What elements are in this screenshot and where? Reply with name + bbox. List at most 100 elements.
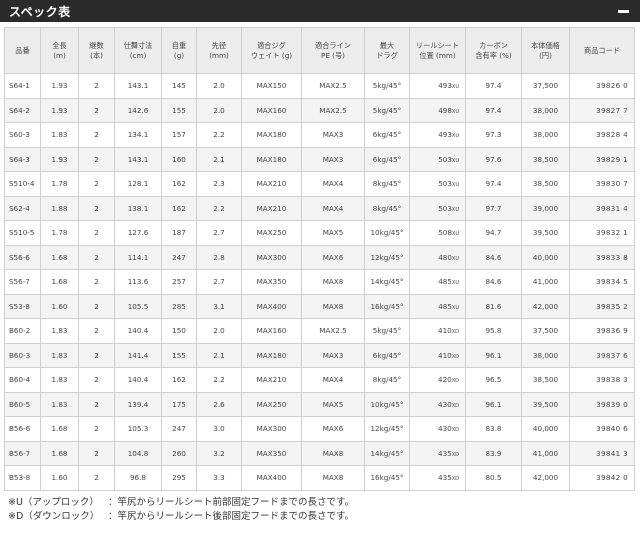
cell-text: 493	[438, 130, 452, 140]
cell-text: 155	[172, 350, 186, 360]
footnote-label: ※D（ダウンロック）	[8, 511, 100, 522]
cell-weight: 155	[161, 97, 197, 123]
cell-product-code: 39826 0	[569, 73, 635, 99]
cell-reel-seat: 503XU	[409, 195, 466, 221]
cell-max-drag: 12kg/45°	[364, 244, 410, 270]
cell-max-drag: 8kg/45°	[364, 195, 410, 221]
cell-text: 128.1	[127, 179, 149, 189]
cell-text: 2	[94, 228, 99, 238]
cell-product-code: 39829 1	[569, 146, 635, 172]
cell-reel-seat: 410XD	[409, 318, 466, 344]
cell-text: S62-4	[9, 203, 30, 213]
cell-text: 5kg/45°	[372, 326, 402, 336]
cell-length: 1.88	[40, 195, 79, 221]
cell-length: 1.83	[40, 342, 79, 368]
header-closed-length: 仕舞寸法 (cm)	[114, 27, 162, 74]
table-row: B60-3 1.83 2 141.4 155 2.1 MAX180 MAX3 6kg/45° 41…	[4, 342, 635, 368]
table-row: B60-5 1.83 2 139.4 175 2.6 MAX250 MAX5 10kg/45° 4…	[4, 391, 635, 417]
cell-pe-line: MAX3	[301, 342, 365, 368]
cell-text: 39830 7	[596, 179, 628, 189]
cell-text: 39837 6	[596, 350, 628, 360]
header-text: 位置 (mm)	[419, 50, 456, 60]
cell-carbon: 84.6	[465, 269, 522, 295]
seat-unit: XU	[451, 206, 459, 213]
cell-text: 2	[94, 179, 99, 189]
cell-closed-length: 104.8	[114, 440, 162, 466]
cell-text: 38,000	[532, 105, 559, 115]
cell-text: 2	[94, 130, 99, 140]
cell-tip-diameter: 3.1	[196, 293, 242, 319]
table-row: B56-7 1.68 2 104.8 260 3.2 MAX350 MAX8 14kg/45° 4…	[4, 440, 635, 466]
cell-pe-line: MAX2.5	[301, 97, 365, 123]
cell-text: MAX4	[322, 179, 344, 189]
cell-price: 41,000	[521, 440, 570, 466]
cell-jig-weight: MAX180	[241, 146, 302, 172]
cell-text: 2	[94, 424, 99, 434]
cell-price: 41,000	[521, 269, 570, 295]
cell-text: 39832 1	[596, 228, 628, 238]
cell-text: 162	[172, 375, 186, 385]
footnote: ※U（アップロック） ：竿尻からリールシート前部固定フードまでの長さです。	[8, 496, 354, 510]
table-header-row: 品番 全長 (m) 継数 (本) 仕舞寸法 (cm) 自重 (g) 先径 (mm) 適合ジグ ウェイト …	[4, 27, 635, 74]
cell-text: 2.0	[213, 81, 225, 91]
cell-carbon: 97.7	[465, 195, 522, 221]
cell-product-code: 39837 6	[569, 342, 635, 368]
cell-text: B53-8	[9, 473, 31, 483]
cell-text: 38,000	[532, 350, 559, 360]
cell-text: 503	[438, 203, 452, 213]
cell-text: 80.5	[485, 473, 502, 483]
cell-max-drag: 16kg/45°	[364, 465, 410, 491]
header-text: 自重	[171, 40, 187, 50]
cell-text: 2	[94, 301, 99, 311]
cell-length: 1.68	[40, 440, 79, 466]
cell-text: 39835 2	[596, 301, 628, 311]
cell-text: 1.68	[51, 252, 68, 262]
cell-model: S510-5	[4, 220, 41, 246]
cell-tip-diameter: 2.1	[196, 342, 242, 368]
cell-pieces: 2	[78, 220, 115, 246]
cell-length: 1.83	[40, 318, 79, 344]
cell-text: 145	[172, 81, 186, 91]
cell-pieces: 2	[78, 318, 115, 344]
cell-length: 1.68	[40, 269, 79, 295]
cell-text: S56-6	[9, 252, 30, 262]
table-row: S53-8 1.60 2 105.5 285 3.1 MAX400 MAX8 16kg/45° 4…	[4, 293, 635, 319]
cell-model: B53-8	[4, 465, 41, 491]
cell-weight: 260	[161, 440, 197, 466]
cell-text: 39,500	[532, 399, 559, 409]
cell-pe-line: MAX6	[301, 416, 365, 442]
cell-text: 39,000	[532, 203, 559, 213]
cell-tip-diameter: 2.0	[196, 97, 242, 123]
cell-price: 38,500	[521, 171, 570, 197]
cell-text: 42,000	[532, 473, 559, 483]
cell-pe-line: MAX4	[301, 171, 365, 197]
cell-pieces: 2	[78, 73, 115, 99]
header-product-code: 商品コード	[569, 27, 635, 74]
cell-text: MAX210	[256, 179, 287, 189]
cell-text: 2	[94, 350, 99, 360]
cell-tip-diameter: 3.2	[196, 440, 242, 466]
cell-jig-weight: MAX160	[241, 97, 302, 123]
cell-text: 139.4	[127, 399, 149, 409]
footnote-text: ：竿尻からリールシート後部固定フードまでの長さです。	[108, 511, 355, 522]
cell-text: 39827 7	[596, 105, 628, 115]
cell-max-drag: 5kg/45°	[364, 97, 410, 123]
cell-text: S510-5	[9, 228, 35, 238]
header-weight: 自重 (g)	[161, 27, 197, 74]
cell-jig-weight: MAX150	[241, 73, 302, 99]
header-text: 適合ライン	[315, 40, 351, 50]
cell-carbon: 80.5	[465, 465, 522, 491]
cell-tip-diameter: 3.3	[196, 465, 242, 491]
cell-reel-seat: 503XU	[409, 171, 466, 197]
cell-jig-weight: MAX250	[241, 391, 302, 417]
spec-table: 品番 全長 (m) 継数 (本) 仕舞寸法 (cm) 自重 (g) 先径 (mm) 適合ジグ ウェイト …	[4, 27, 635, 491]
cell-product-code: 39835 2	[569, 293, 635, 319]
header-text: 品番	[15, 45, 30, 55]
cell-text: 6kg/45°	[372, 154, 402, 164]
cell-text: 435	[438, 448, 452, 458]
cell-text: 2.1	[213, 350, 225, 360]
cell-text: 10kg/45°	[370, 228, 404, 238]
cell-pieces: 2	[78, 97, 115, 123]
cell-text: 2.2	[213, 130, 225, 140]
collapse-button[interactable]	[614, 2, 632, 20]
